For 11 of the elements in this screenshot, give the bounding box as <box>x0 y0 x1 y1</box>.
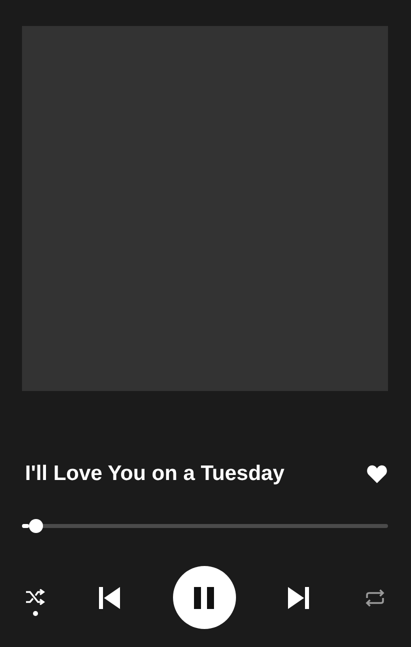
song-title: I'll Love You on a Tuesday <box>24 461 284 486</box>
progress-thumb[interactable] <box>29 519 44 534</box>
pause-icon <box>193 586 215 610</box>
progress-slider[interactable] <box>22 519 388 534</box>
next-icon <box>286 586 311 610</box>
heart-icon <box>366 464 388 484</box>
repeat-icon <box>364 588 386 607</box>
like-button[interactable] <box>366 464 388 484</box>
shuffle-icon <box>25 589 45 606</box>
active-dot <box>32 611 38 616</box>
previous-icon <box>97 586 122 610</box>
